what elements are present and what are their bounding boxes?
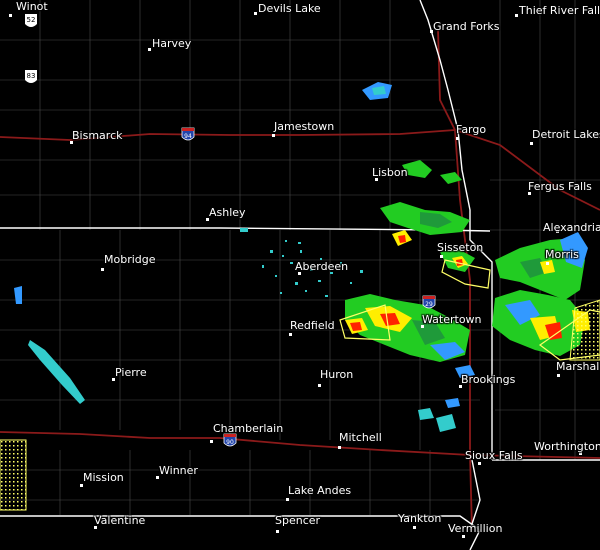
city-label-mitchell: Mitchell [339,431,382,444]
city-dot [478,462,481,465]
city-dot [318,384,321,387]
city-dot [101,268,104,271]
city-dot [440,255,443,258]
us-83-shield: 83 [25,70,37,83]
city-label-fergus-falls: Fergus Falls [528,180,592,193]
city-dot [289,333,292,336]
city-label-grand-forks: Grand Forks [433,20,500,33]
city-label-lake-andes: Lake Andes [288,484,352,497]
city-dot [557,374,560,377]
city-label-watertown: Watertown [422,313,482,326]
city-dot [80,484,83,487]
city-label-morris: Morris [545,248,579,261]
city-label-detroit-lakes: Detroit Lakes [532,128,600,141]
city-dot [413,526,416,529]
city-label-vermillion: Vermillion [448,522,503,535]
city-dot [148,48,151,51]
city-label-aberdeen: Aberdeen [295,260,349,273]
city-label-marshall: Marshall [556,360,600,373]
city-label-sisseton: Sisseton [437,241,484,254]
city-label-ashley: Ashley [209,206,246,219]
city-label-pierre: Pierre [115,366,147,379]
city-label-mission: Mission [83,471,124,484]
city-dot [456,137,459,140]
city-label-worthington: Worthington [534,440,600,453]
shield-label: 90 [226,439,234,446]
city-dot [515,14,518,17]
city-label-sioux-falls: Sioux Falls [465,449,523,462]
shield-label: 83 [27,72,36,80]
city-label-thief-river-falls: Thief River Falls [519,4,600,17]
i-94-shield: 94 [181,127,195,141]
radar-map: 52 83 94 29 90 Winot Devils Lake Grand F… [0,0,600,550]
city-label-winner: Winner [159,464,198,477]
city-dot [272,134,275,137]
city-label-valentine: Valentine [94,514,146,527]
city-label-spencer: Spencer [275,514,321,527]
city-label-lisbon: Lisbon [372,166,408,179]
city-label-redfield: Redfield [290,319,335,332]
city-label-bismarck: Bismarck [72,129,123,142]
city-label-fargo: Fargo [456,123,487,136]
city-label-chamberlain: Chamberlain [213,422,284,435]
city-dot [546,262,549,265]
city-dot [210,440,213,443]
map-layers: 52 83 94 29 90 [0,0,600,550]
shield-label: 52 [27,16,36,24]
city-dot [462,535,465,538]
city-label-brookings: Brookings [461,373,516,386]
city-label-harvey: Harvey [152,37,192,50]
city-label-mobridge: Mobridge [104,253,156,266]
i-29-shield: 29 [422,295,436,309]
city-dot [254,12,257,15]
i-90-shield: 90 [223,433,237,447]
city-label-winot: Winot [16,0,48,13]
city-dot [530,142,533,145]
city-label-huron: Huron [320,368,354,381]
city-label-jamestown: Jamestown [274,120,335,133]
city-label-alexandria: Alexandria [543,221,600,234]
city-label-yankton: Yankton [398,512,442,525]
city-dot [338,446,341,449]
shield-label: 29 [425,301,433,308]
us-52-shield: 52 [25,14,37,27]
city-dot [286,498,289,501]
shield-label: 94 [184,133,192,140]
city-label-devils-lake: Devils Lake [258,2,321,15]
city-dot [9,14,12,17]
city-dot [276,530,279,533]
